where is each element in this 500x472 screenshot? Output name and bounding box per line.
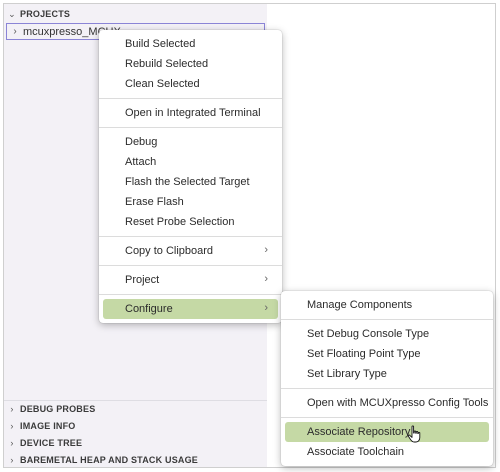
- menu-item-associate-toolchain[interactable]: Associate Toolchain: [285, 442, 489, 462]
- menu-item-open-with-mcuxpresso-config-tools[interactable]: Open with MCUXpresso Config Tools: [285, 393, 489, 413]
- menu-item-set-floating-point-type[interactable]: Set Floating Point Type: [285, 344, 489, 364]
- menu-separator: [281, 388, 493, 389]
- menu-item-erase-flash[interactable]: Erase Flash: [103, 192, 278, 212]
- menu-item-label: Clean Selected: [125, 78, 200, 90]
- menu-item-label: Attach: [125, 156, 157, 168]
- menu-item-clean-selected[interactable]: Clean Selected: [103, 74, 278, 94]
- menu-item-copy-to-clipboard[interactable]: Copy to Clipboard ›: [103, 241, 278, 261]
- menu-item-label: Flash the Selected Target: [125, 176, 250, 188]
- menu-item-debug[interactable]: Debug: [103, 132, 278, 152]
- section-label: BAREMETAL HEAP AND STACK USAGE: [20, 455, 199, 465]
- section-image-info[interactable]: › IMAGE INFO: [4, 418, 267, 434]
- menu-item-label: Copy to Clipboard: [125, 245, 214, 257]
- menu-item-label: Reset Probe Selection: [125, 216, 235, 228]
- project-context-menu: Build Selected Rebuild Selected Clean Sele…: [99, 30, 282, 323]
- chevron-right-icon: ›: [10, 455, 14, 465]
- menu-separator: [99, 98, 282, 99]
- section-debug-probes[interactable]: › DEBUG PROBES: [4, 401, 267, 417]
- menu-separator: [281, 417, 493, 418]
- menu-item-label: Associate Repository: [307, 426, 411, 438]
- menu-item-project[interactable]: Project ›: [103, 270, 278, 290]
- chevron-right-icon: ›: [264, 244, 268, 256]
- menu-item-label: Manage Components: [307, 299, 413, 311]
- chevron-right-icon: ›: [10, 421, 14, 431]
- menu-item-label: Rebuild Selected: [125, 58, 209, 70]
- menu-item-label: Erase Flash: [125, 196, 184, 208]
- menu-item-set-library-type[interactable]: Set Library Type: [285, 364, 489, 384]
- menu-item-label: Set Debug Console Type: [307, 328, 430, 340]
- menu-item-label: Project: [125, 274, 160, 286]
- section-label: DEBUG PROBES: [20, 404, 96, 414]
- menu-separator: [281, 319, 493, 320]
- menu-item-label: Debug: [125, 136, 158, 148]
- menu-item-flash-the-selected-target[interactable]: Flash the Selected Target: [103, 172, 278, 192]
- menu-item-build-selected[interactable]: Build Selected: [103, 34, 278, 54]
- section-baremetal-heap[interactable]: › BAREMETAL HEAP AND STACK USAGE: [4, 452, 267, 468]
- menu-item-label: Open with MCUXpresso Config Tools: [307, 397, 489, 409]
- menu-item-configure[interactable]: Configure ›: [103, 299, 278, 319]
- menu-item-label: Open in Integrated Terminal: [125, 107, 261, 119]
- chevron-down-icon: ⌄: [8, 8, 16, 19]
- projects-section-header[interactable]: ⌄ PROJECTS: [4, 6, 267, 22]
- menu-item-open-in-integrated-terminal[interactable]: Open in Integrated Terminal: [103, 103, 278, 123]
- chevron-right-icon: ›: [264, 302, 268, 314]
- hand-pointer-icon: [407, 425, 421, 443]
- menu-item-associate-repository[interactable]: Associate Repository: [285, 422, 489, 442]
- menu-separator: [99, 127, 282, 128]
- chevron-right-icon: ›: [10, 404, 14, 414]
- section-label: IMAGE INFO: [20, 421, 76, 431]
- chevron-right-icon: ›: [264, 273, 268, 285]
- projects-header-label: PROJECTS: [20, 9, 71, 19]
- menu-item-attach[interactable]: Attach: [103, 152, 278, 172]
- menu-item-reset-probe-selection[interactable]: Reset Probe Selection: [103, 212, 278, 232]
- menu-item-label: Set Floating Point Type: [307, 348, 421, 360]
- menu-item-label: Build Selected: [125, 38, 196, 50]
- section-device-tree[interactable]: › DEVICE TREE: [4, 435, 267, 451]
- menu-separator: [99, 236, 282, 237]
- section-label: DEVICE TREE: [20, 438, 83, 448]
- menu-item-set-debug-console-type[interactable]: Set Debug Console Type: [285, 324, 489, 344]
- configure-submenu: Manage Components Set Debug Console Type S…: [281, 291, 493, 466]
- menu-item-manage-components[interactable]: Manage Components: [285, 295, 489, 315]
- menu-item-label: Configure: [125, 303, 173, 315]
- menu-separator: [99, 294, 282, 295]
- chevron-right-icon: ›: [10, 438, 14, 448]
- menu-item-rebuild-selected[interactable]: Rebuild Selected: [103, 54, 278, 74]
- menu-item-label: Set Library Type: [307, 368, 387, 380]
- menu-separator: [99, 265, 282, 266]
- chevron-right-icon[interactable]: ›: [7, 26, 23, 37]
- menu-item-label: Associate Toolchain: [307, 446, 405, 458]
